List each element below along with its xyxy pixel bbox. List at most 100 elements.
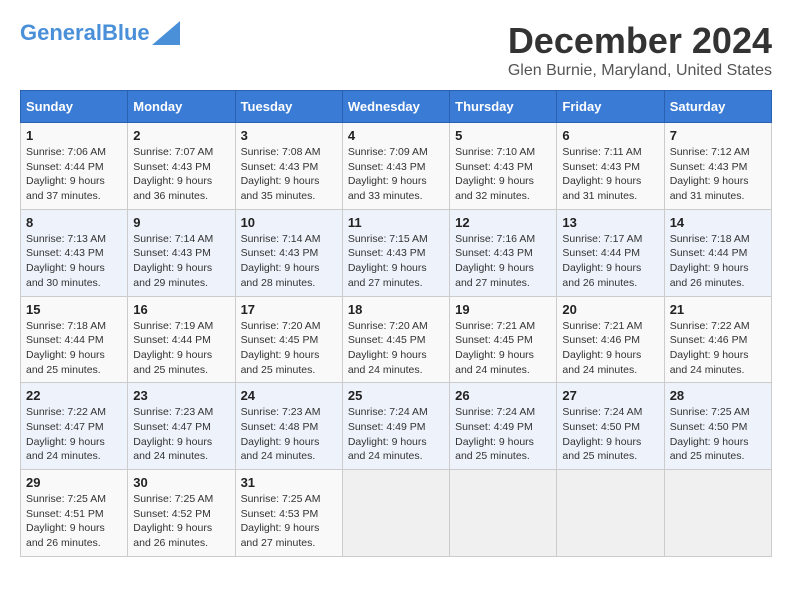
day-number: 19	[455, 302, 551, 317]
calendar-cell: 31 Sunrise: 7:25 AM Sunset: 4:53 PM Dayl…	[235, 470, 342, 557]
calendar-cell	[342, 470, 449, 557]
day-info: Sunrise: 7:12 AM Sunset: 4:43 PM Dayligh…	[670, 145, 766, 204]
calendar-cell: 12 Sunrise: 7:16 AM Sunset: 4:43 PM Dayl…	[450, 209, 557, 296]
day-number: 8	[26, 215, 122, 230]
day-number: 21	[670, 302, 766, 317]
logo: GeneralBlue	[20, 20, 180, 46]
day-info: Sunrise: 7:25 AM Sunset: 4:53 PM Dayligh…	[241, 492, 337, 551]
day-number: 30	[133, 475, 229, 490]
calendar-cell: 16 Sunrise: 7:19 AM Sunset: 4:44 PM Dayl…	[128, 296, 235, 383]
calendar-cell: 1 Sunrise: 7:06 AM Sunset: 4:44 PM Dayli…	[21, 123, 128, 210]
day-info: Sunrise: 7:14 AM Sunset: 4:43 PM Dayligh…	[241, 232, 337, 291]
calendar-cell: 18 Sunrise: 7:20 AM Sunset: 4:45 PM Dayl…	[342, 296, 449, 383]
day-info: Sunrise: 7:25 AM Sunset: 4:51 PM Dayligh…	[26, 492, 122, 551]
day-number: 11	[348, 215, 444, 230]
day-number: 20	[562, 302, 658, 317]
day-info: Sunrise: 7:22 AM Sunset: 4:46 PM Dayligh…	[670, 319, 766, 378]
day-info: Sunrise: 7:11 AM Sunset: 4:43 PM Dayligh…	[562, 145, 658, 204]
day-number: 25	[348, 388, 444, 403]
day-info: Sunrise: 7:25 AM Sunset: 4:50 PM Dayligh…	[670, 405, 766, 464]
day-info: Sunrise: 7:23 AM Sunset: 4:47 PM Dayligh…	[133, 405, 229, 464]
calendar-cell	[450, 470, 557, 557]
day-number: 24	[241, 388, 337, 403]
day-info: Sunrise: 7:09 AM Sunset: 4:43 PM Dayligh…	[348, 145, 444, 204]
day-info: Sunrise: 7:17 AM Sunset: 4:44 PM Dayligh…	[562, 232, 658, 291]
calendar-cell: 15 Sunrise: 7:18 AM Sunset: 4:44 PM Dayl…	[21, 296, 128, 383]
logo-text: GeneralBlue	[20, 20, 150, 46]
day-info: Sunrise: 7:22 AM Sunset: 4:47 PM Dayligh…	[26, 405, 122, 464]
day-info: Sunrise: 7:20 AM Sunset: 4:45 PM Dayligh…	[241, 319, 337, 378]
calendar-cell: 20 Sunrise: 7:21 AM Sunset: 4:46 PM Dayl…	[557, 296, 664, 383]
day-info: Sunrise: 7:18 AM Sunset: 4:44 PM Dayligh…	[26, 319, 122, 378]
calendar-cell: 7 Sunrise: 7:12 AM Sunset: 4:43 PM Dayli…	[664, 123, 771, 210]
calendar-cell	[664, 470, 771, 557]
day-info: Sunrise: 7:25 AM Sunset: 4:52 PM Dayligh…	[133, 492, 229, 551]
weekday-header-monday: Monday	[128, 91, 235, 123]
calendar-cell: 8 Sunrise: 7:13 AM Sunset: 4:43 PM Dayli…	[21, 209, 128, 296]
day-number: 10	[241, 215, 337, 230]
calendar-cell: 6 Sunrise: 7:11 AM Sunset: 4:43 PM Dayli…	[557, 123, 664, 210]
day-info: Sunrise: 7:08 AM Sunset: 4:43 PM Dayligh…	[241, 145, 337, 204]
calendar-cell: 23 Sunrise: 7:23 AM Sunset: 4:47 PM Dayl…	[128, 383, 235, 470]
calendar-cell: 3 Sunrise: 7:08 AM Sunset: 4:43 PM Dayli…	[235, 123, 342, 210]
day-number: 9	[133, 215, 229, 230]
calendar-week-row: 22 Sunrise: 7:22 AM Sunset: 4:47 PM Dayl…	[21, 383, 772, 470]
calendar-cell	[557, 470, 664, 557]
day-number: 26	[455, 388, 551, 403]
day-info: Sunrise: 7:16 AM Sunset: 4:43 PM Dayligh…	[455, 232, 551, 291]
day-info: Sunrise: 7:13 AM Sunset: 4:43 PM Dayligh…	[26, 232, 122, 291]
day-number: 13	[562, 215, 658, 230]
weekday-header-saturday: Saturday	[664, 91, 771, 123]
day-info: Sunrise: 7:21 AM Sunset: 4:45 PM Dayligh…	[455, 319, 551, 378]
weekday-header-sunday: Sunday	[21, 91, 128, 123]
day-number: 31	[241, 475, 337, 490]
calendar-cell: 19 Sunrise: 7:21 AM Sunset: 4:45 PM Dayl…	[450, 296, 557, 383]
day-info: Sunrise: 7:21 AM Sunset: 4:46 PM Dayligh…	[562, 319, 658, 378]
calendar-cell: 27 Sunrise: 7:24 AM Sunset: 4:50 PM Dayl…	[557, 383, 664, 470]
day-number: 7	[670, 128, 766, 143]
weekday-header-friday: Friday	[557, 91, 664, 123]
weekday-header-thursday: Thursday	[450, 91, 557, 123]
calendar-cell: 2 Sunrise: 7:07 AM Sunset: 4:43 PM Dayli…	[128, 123, 235, 210]
day-number: 14	[670, 215, 766, 230]
day-info: Sunrise: 7:20 AM Sunset: 4:45 PM Dayligh…	[348, 319, 444, 378]
page-header: GeneralBlue December 2024 Glen Burnie, M…	[20, 20, 772, 80]
title-section: December 2024 Glen Burnie, Maryland, Uni…	[508, 20, 772, 80]
day-number: 28	[670, 388, 766, 403]
calendar-cell: 4 Sunrise: 7:09 AM Sunset: 4:43 PM Dayli…	[342, 123, 449, 210]
calendar-week-row: 8 Sunrise: 7:13 AM Sunset: 4:43 PM Dayli…	[21, 209, 772, 296]
calendar-week-row: 29 Sunrise: 7:25 AM Sunset: 4:51 PM Dayl…	[21, 470, 772, 557]
weekday-header-wednesday: Wednesday	[342, 91, 449, 123]
calendar-cell: 10 Sunrise: 7:14 AM Sunset: 4:43 PM Dayl…	[235, 209, 342, 296]
day-number: 2	[133, 128, 229, 143]
day-number: 17	[241, 302, 337, 317]
day-info: Sunrise: 7:14 AM Sunset: 4:43 PM Dayligh…	[133, 232, 229, 291]
calendar-cell: 30 Sunrise: 7:25 AM Sunset: 4:52 PM Dayl…	[128, 470, 235, 557]
day-info: Sunrise: 7:24 AM Sunset: 4:50 PM Dayligh…	[562, 405, 658, 464]
day-number: 6	[562, 128, 658, 143]
calendar-cell: 14 Sunrise: 7:18 AM Sunset: 4:44 PM Dayl…	[664, 209, 771, 296]
day-number: 3	[241, 128, 337, 143]
calendar-cell: 25 Sunrise: 7:24 AM Sunset: 4:49 PM Dayl…	[342, 383, 449, 470]
location-title: Glen Burnie, Maryland, United States	[508, 62, 772, 80]
calendar-cell: 13 Sunrise: 7:17 AM Sunset: 4:44 PM Dayl…	[557, 209, 664, 296]
calendar-cell: 26 Sunrise: 7:24 AM Sunset: 4:49 PM Dayl…	[450, 383, 557, 470]
day-number: 5	[455, 128, 551, 143]
calendar-cell: 29 Sunrise: 7:25 AM Sunset: 4:51 PM Dayl…	[21, 470, 128, 557]
calendar-week-row: 15 Sunrise: 7:18 AM Sunset: 4:44 PM Dayl…	[21, 296, 772, 383]
calendar-cell: 22 Sunrise: 7:22 AM Sunset: 4:47 PM Dayl…	[21, 383, 128, 470]
calendar-cell: 11 Sunrise: 7:15 AM Sunset: 4:43 PM Dayl…	[342, 209, 449, 296]
calendar-cell: 17 Sunrise: 7:20 AM Sunset: 4:45 PM Dayl…	[235, 296, 342, 383]
calendar-cell: 9 Sunrise: 7:14 AM Sunset: 4:43 PM Dayli…	[128, 209, 235, 296]
day-number: 12	[455, 215, 551, 230]
calendar-week-row: 1 Sunrise: 7:06 AM Sunset: 4:44 PM Dayli…	[21, 123, 772, 210]
day-info: Sunrise: 7:24 AM Sunset: 4:49 PM Dayligh…	[455, 405, 551, 464]
day-number: 29	[26, 475, 122, 490]
day-number: 4	[348, 128, 444, 143]
day-info: Sunrise: 7:23 AM Sunset: 4:48 PM Dayligh…	[241, 405, 337, 464]
calendar-cell: 24 Sunrise: 7:23 AM Sunset: 4:48 PM Dayl…	[235, 383, 342, 470]
day-number: 18	[348, 302, 444, 317]
day-info: Sunrise: 7:06 AM Sunset: 4:44 PM Dayligh…	[26, 145, 122, 204]
day-info: Sunrise: 7:24 AM Sunset: 4:49 PM Dayligh…	[348, 405, 444, 464]
calendar-table: SundayMondayTuesdayWednesdayThursdayFrid…	[20, 90, 772, 557]
